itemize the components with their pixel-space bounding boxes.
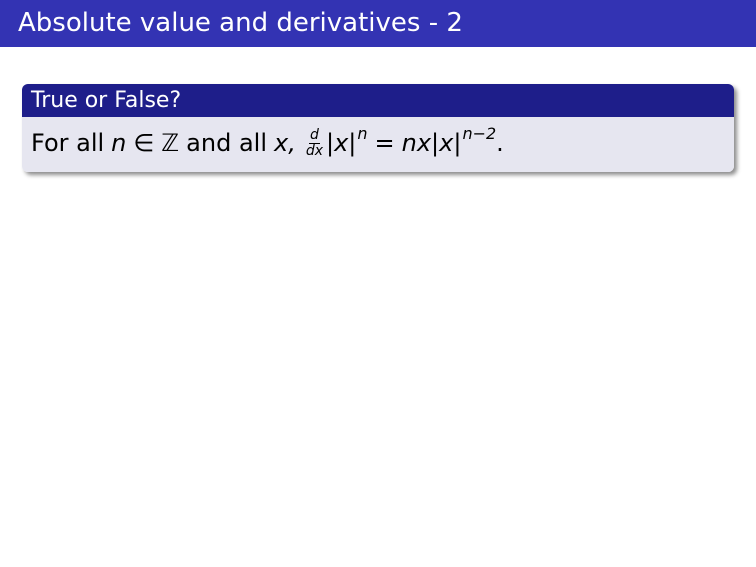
equals-sign: = xyxy=(374,129,395,157)
derivative-denominator: dx xyxy=(305,142,324,159)
integers-symbol: ℤ xyxy=(161,129,180,157)
element-of-symbol: ∈ xyxy=(133,129,155,157)
lhs-abs-x: |x| xyxy=(326,129,357,157)
variable-x: x, xyxy=(274,129,296,157)
lhs-exponent: n xyxy=(357,123,368,143)
block-title: True or False? xyxy=(31,88,182,113)
statement-text-for-all: For all xyxy=(31,129,105,157)
statement-text-and-all: and all xyxy=(186,129,267,157)
rhs-exponent: n−2 xyxy=(462,123,497,143)
slide-title: Absolute value and derivatives - 2 xyxy=(18,8,463,38)
question-block: True or False? For all n ∈ ℤ and all x, … xyxy=(22,84,734,172)
variable-n: n xyxy=(111,129,127,157)
derivative-numerator: d xyxy=(308,126,320,144)
slide-title-bar: Absolute value and derivatives - 2 xyxy=(0,0,756,47)
block-header: True or False? xyxy=(22,84,734,117)
rhs-expression: nx|x| xyxy=(401,129,462,157)
period: . xyxy=(496,129,504,157)
block-body: For all n ∈ ℤ and all x, d dx |x| n = nx… xyxy=(22,117,734,172)
math-statement: For all n ∈ ℤ and all x, d dx |x| n = nx… xyxy=(31,123,504,163)
derivative-operator: d dx xyxy=(305,126,324,159)
